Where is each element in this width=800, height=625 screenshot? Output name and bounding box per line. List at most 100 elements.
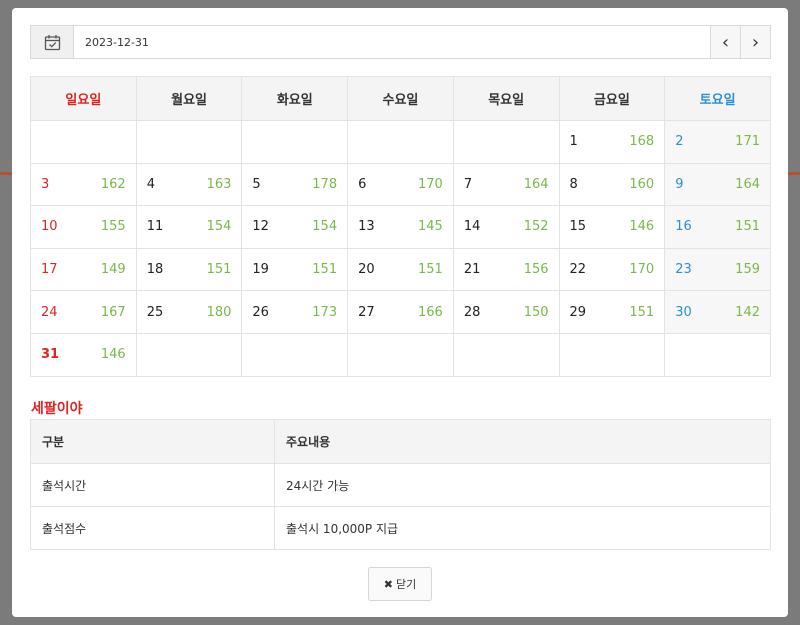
calendar-week-row: 1 168 2 171 — [30, 120, 771, 164]
calendar-day-content: 26 173 — [252, 305, 337, 320]
calendar-icon[interactable] — [31, 26, 74, 58]
calendar-day-cell: 22 170 — [558, 247, 666, 292]
attendance-count: 156 — [523, 262, 549, 278]
calendar-day-cell: 11 154 — [135, 205, 243, 249]
attendance-count: 170 — [417, 176, 443, 192]
calendar-day-cell: 2 171 — [664, 120, 771, 164]
calendar-day-content: 13 145 — [358, 219, 443, 234]
day-number: 4 — [146, 176, 155, 192]
calendar-day-cell: 6 170 — [347, 162, 454, 207]
attendance-count: 150 — [523, 304, 549, 320]
day-number: 13 — [358, 219, 375, 235]
calendar-day-content: 9 164 — [675, 177, 760, 192]
day-number: 5 — [252, 176, 261, 192]
day-number: 3 — [41, 176, 50, 192]
day-number: 17 — [41, 262, 58, 278]
calendar-day-cell: 26 173 — [241, 290, 349, 334]
attendance-count: 180 — [206, 304, 232, 320]
calendar-day-content: 11 154 — [147, 219, 232, 234]
info-row: 출석시간 24시간 가능 — [30, 463, 771, 507]
calendar-day-cell: 12 154 — [241, 205, 349, 249]
attendance-count: 173 — [312, 304, 338, 320]
day-number: 6 — [358, 176, 367, 192]
calendar-day-content: 27 166 — [358, 305, 443, 320]
calendar-empty-cell — [347, 120, 454, 164]
date-input[interactable] — [74, 26, 710, 58]
calendar-day-cell: 31 146 — [30, 332, 137, 377]
day-number: 31 — [41, 347, 60, 363]
info-cell-content: 출석시 10,000P 지급 — [274, 506, 771, 550]
calendar-day-cell: 5 178 — [241, 162, 349, 207]
weekday-header: 목요일 — [452, 76, 560, 121]
info-header-category: 구분 — [30, 419, 275, 464]
next-month-button[interactable]: › — [740, 26, 770, 58]
attendance-count: 178 — [312, 176, 338, 192]
calendar-day-cell: 27 166 — [347, 290, 454, 334]
attendance-count: 151 — [417, 262, 443, 278]
attendance-count: 170 — [629, 262, 655, 278]
day-number: 9 — [675, 176, 684, 192]
day-number: 25 — [146, 304, 164, 320]
calendar-week-row: 31 146 — [30, 332, 771, 377]
calendar-day-cell: 8 160 — [558, 162, 666, 207]
day-number: 8 — [569, 176, 578, 192]
attendance-count: 159 — [735, 262, 760, 278]
calendar-day-content: 18 151 — [147, 262, 232, 277]
prev-month-button[interactable]: ‹ — [710, 26, 740, 58]
calendar-day-content: 16 151 — [675, 219, 760, 234]
calendar-day-content: 22 170 — [570, 262, 655, 277]
date-picker-bar: ‹ › — [30, 25, 771, 59]
calendar-day-content: 2 171 — [675, 134, 760, 149]
day-number: 29 — [569, 304, 587, 320]
day-number: 15 — [569, 219, 587, 235]
calendar-day-cell: 19 151 — [241, 247, 349, 292]
attendance-count: 146 — [629, 219, 655, 235]
day-number: 11 — [146, 219, 164, 235]
attendance-count: 151 — [206, 262, 232, 278]
info-row: 출석점수 출석시 10,000P 지급 — [30, 506, 771, 550]
calendar-day-cell: 28 150 — [452, 290, 560, 334]
calendar-empty-cell — [664, 332, 771, 377]
day-number: 19 — [252, 262, 269, 278]
weekday-header: 일요일 — [30, 76, 137, 121]
attendance-count: 155 — [100, 219, 126, 235]
day-number: 24 — [41, 304, 58, 320]
calendar-week-row: 3 162 4 163 5 178 6 170 7 164 8 160 9 164 — [30, 162, 771, 207]
info-cell-category: 출석시간 — [30, 463, 275, 507]
calendar-day-content: 31 146 — [41, 347, 126, 362]
calendar-empty-cell — [452, 332, 560, 377]
calendar-empty-cell — [135, 332, 243, 377]
day-number: 22 — [569, 262, 587, 278]
weekday-header-row: 일요일 월요일 화요일 수요일 목요일 금요일 토요일 — [30, 76, 771, 121]
chevron-right-icon: › — [751, 31, 760, 53]
attendance-count: 164 — [735, 176, 760, 192]
calendar-empty-cell — [452, 120, 560, 164]
calendar-week-row: 10 155 11 154 12 154 13 145 14 152 15 146 16 151 — [30, 205, 771, 249]
calendar-day-cell: 1 168 — [558, 120, 666, 164]
calendar-day-cell: 20 151 — [347, 247, 454, 292]
calendar-day-content: 28 150 — [464, 305, 549, 320]
close-button[interactable]: ✖ 닫기 — [368, 567, 432, 601]
attendance-modal: ‹ › 일요일월요일화요일수요일목요일금요일토요일 11682171316241… — [12, 8, 788, 617]
attendance-count: 149 — [100, 262, 126, 278]
calendar-day-cell: 9 164 — [664, 162, 771, 207]
calendar-day-content: 12 154 — [252, 219, 337, 234]
day-number: 16 — [675, 219, 692, 235]
attendance-count: 162 — [100, 176, 126, 192]
calendar-day-content: 19 151 — [252, 262, 337, 277]
calendar-day-cell: 3 162 — [30, 162, 137, 207]
attendance-count: 154 — [206, 219, 232, 235]
info-header-content: 주요내용 — [274, 419, 771, 464]
calendar-day-cell: 7 164 — [452, 162, 560, 207]
calendar-empty-cell — [241, 120, 349, 164]
close-button-label: 닫기 — [395, 578, 417, 591]
calendar-empty-cell — [347, 332, 454, 377]
calendar-day-cell: 21 156 — [452, 247, 560, 292]
calendar-day-cell: 25 180 — [135, 290, 243, 334]
calendar-day-cell: 10 155 — [30, 205, 137, 249]
calendar-day-content: 4 163 — [147, 177, 232, 192]
calendar-day-content: 5 178 — [252, 177, 337, 192]
calendar-day-content: 14 152 — [464, 219, 549, 234]
attendance-count: 160 — [629, 176, 655, 192]
calendar-body: 1 168 2 171 3 162 4 163 5 178 6 170 7 164 8 160 9 164 10 15… — [30, 120, 771, 377]
